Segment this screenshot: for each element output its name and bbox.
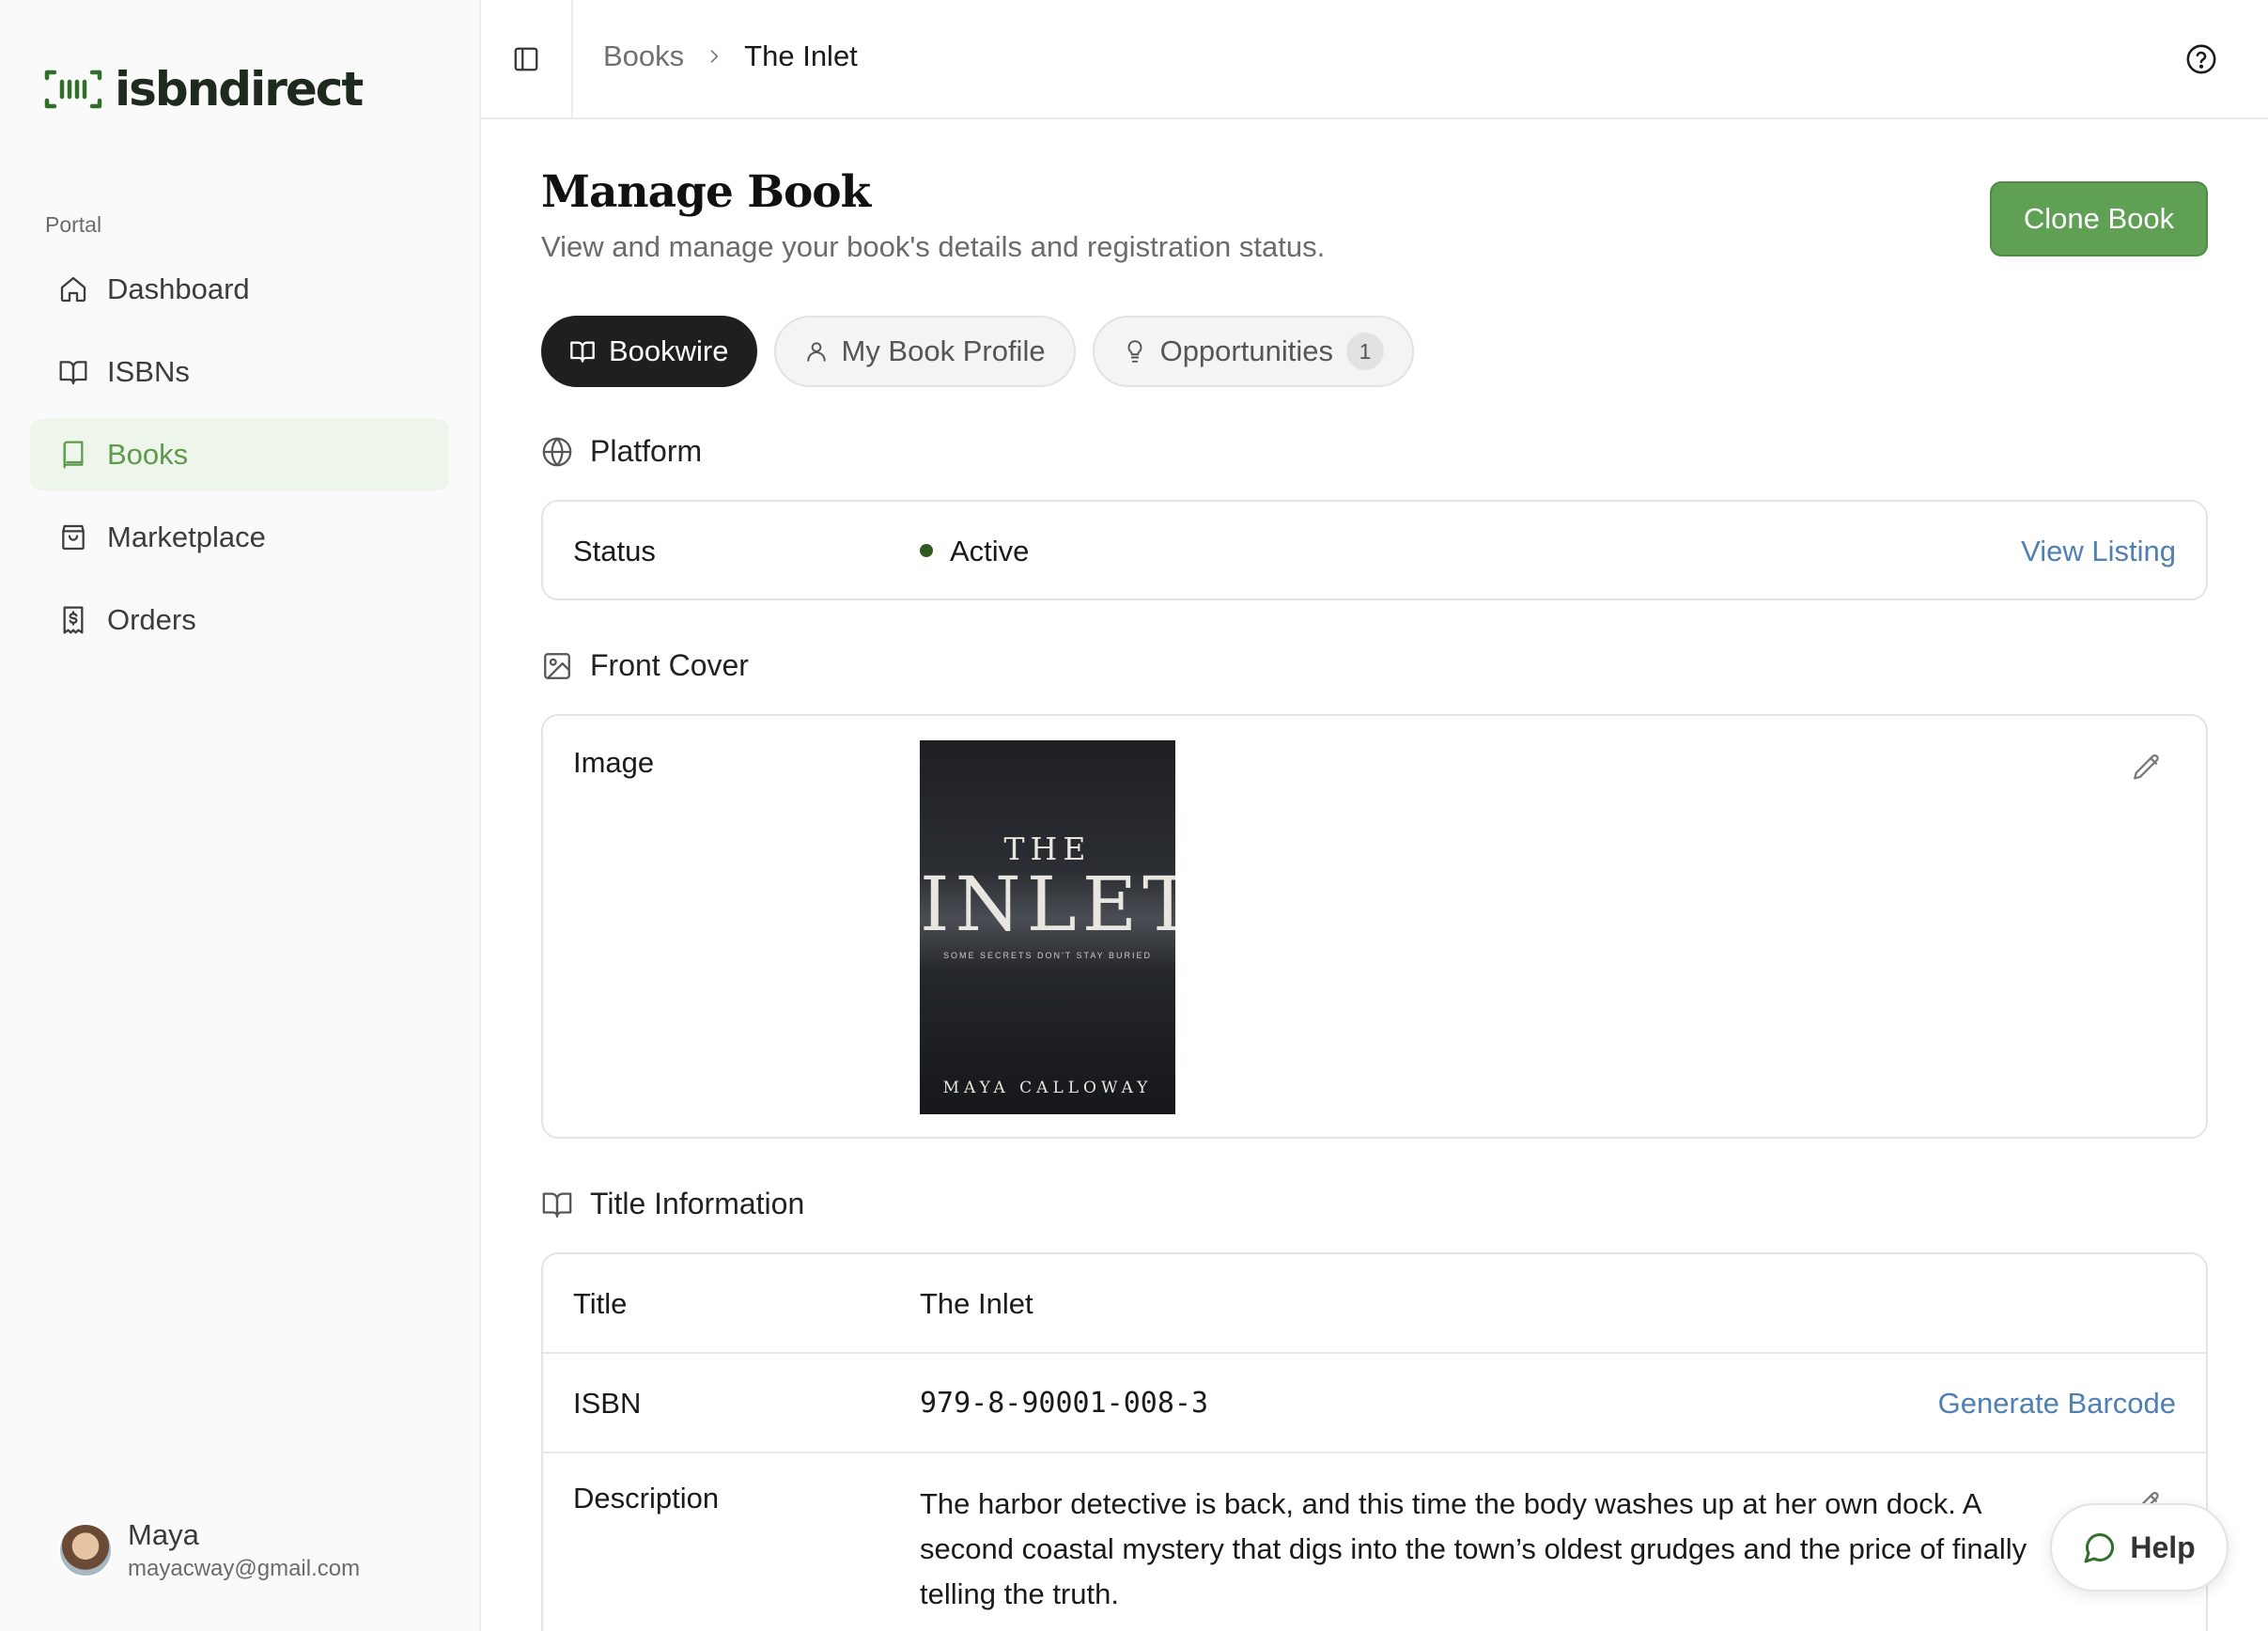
status-row: Status Active View Listing	[543, 502, 2206, 598]
tab-bookwire[interactable]: Bookwire	[541, 316, 757, 387]
title-row: Title The Inlet	[543, 1254, 2206, 1354]
user-name: Maya	[128, 1518, 199, 1551]
opportunities-count-badge: 1	[1345, 333, 1384, 370]
tab-label: My Book Profile	[841, 334, 1046, 367]
brand-logo[interactable]: isbndirect	[43, 62, 364, 116]
cover-title-text: INLET	[920, 861, 1175, 948]
sidebar-item-label: Marketplace	[107, 520, 266, 553]
front-cover-section-heading: Front Cover	[541, 648, 749, 683]
globe-icon	[542, 437, 572, 466]
image-icon	[544, 652, 570, 679]
platform-section-heading: Platform	[541, 434, 702, 469]
sidebar-item-label: Dashboard	[107, 272, 250, 305]
isbn-row: ISBN 979-8-90001-008-3 Generate Barcode	[543, 1354, 2206, 1453]
sidebar-item-dashboard[interactable]: Dashboard	[30, 254, 449, 325]
open-book-icon	[542, 1192, 572, 1218]
book-icon	[63, 441, 84, 469]
sidebar-toggle-button[interactable]	[481, 0, 573, 117]
status-value: Active	[920, 535, 1029, 568]
open-book-icon	[570, 341, 595, 363]
user-email: mayacway@gmail.com	[128, 1556, 361, 1581]
lightbulb-icon	[1127, 340, 1142, 363]
barcode-logo-icon	[44, 70, 102, 109]
tab-bar: Bookwire My Book Profile Opportunities 1	[541, 316, 1414, 387]
description-row: Description The harbor detective is back…	[543, 1453, 2206, 1631]
sidebar-item-isbns[interactable]: ISBNs	[30, 336, 449, 408]
sidebar-item-orders[interactable]: Orders	[30, 584, 449, 656]
status-label: Status	[573, 535, 656, 567]
cover-author-text: MAYA CALLOWAY	[942, 1079, 1153, 1097]
user-icon	[806, 342, 826, 362]
chevron-right-icon	[710, 50, 719, 63]
open-book-icon	[59, 361, 87, 385]
description-value: The harbor detective is back, and this t…	[920, 1487, 2027, 1610]
front-cover-card: Image THE INLET SOME SECRETS DON'T STAY …	[541, 714, 2208, 1139]
sidebar-nav: Dashboard ISBNs Books Marketplace Orders	[30, 254, 449, 667]
avatar	[58, 1523, 113, 1577]
status-text: Active	[950, 535, 1030, 567]
pencil-icon	[2134, 753, 2159, 780]
sidebar-section-label: Portal	[45, 212, 102, 237]
receipt-icon	[63, 606, 84, 634]
breadcrumb: Books The Inlet	[603, 39, 858, 73]
platform-card: Status Active View Listing	[541, 500, 2208, 600]
generate-barcode-link[interactable]: Generate Barcode	[1938, 1387, 2176, 1421]
section-title: Title Information	[590, 1187, 805, 1220]
breadcrumb-books-link[interactable]: Books	[603, 39, 684, 73]
section-title: Front Cover	[590, 648, 749, 682]
question-circle-icon	[2186, 44, 2216, 74]
tab-label: Opportunities	[1159, 334, 1333, 367]
help-label: Help	[2130, 1530, 2196, 1564]
sidebar-item-label: Orders	[107, 603, 196, 636]
status-dot	[920, 543, 933, 557]
clone-book-button[interactable]: Clone Book	[1990, 181, 2208, 256]
isbn-value: 979-8-90001-008-3	[920, 1387, 1209, 1420]
book-cover-image: THE INLET SOME SECRETS DON'T STAY BURIED…	[920, 740, 1175, 1114]
view-listing-link[interactable]: View Listing	[2021, 535, 2176, 568]
page-subtitle: View and manage your book's details and …	[541, 230, 1326, 263]
tab-opportunities[interactable]: Opportunities 1	[1092, 316, 1414, 387]
title-value: The Inlet	[920, 1287, 1033, 1320]
brand-name: isbndirect	[115, 62, 364, 116]
title-label: Title	[573, 1287, 628, 1320]
sidebar-toggle-icon	[514, 47, 538, 70]
breadcrumb-current: The Inlet	[744, 39, 858, 72]
isbn-label: ISBN	[573, 1387, 642, 1420]
description-label: Description	[573, 1482, 720, 1514]
user-profile[interactable]: Maya mayacway@gmail.com	[58, 1518, 360, 1582]
help-chat-button[interactable]: Help	[2050, 1503, 2229, 1592]
sidebar: isbndirect Portal Dashboard ISBNs Books …	[0, 0, 481, 1631]
chat-bubble-icon	[2084, 1532, 2115, 1563]
top-bar: Books The Inlet	[481, 0, 2268, 119]
sidebar-item-label: ISBNs	[107, 355, 190, 388]
title-info-section-heading: Title Information	[541, 1187, 804, 1221]
image-label: Image	[573, 746, 655, 779]
shopping-bag-icon	[62, 524, 85, 551]
title-info-card: Title The Inlet ISBN 979-8-90001-008-3 G…	[541, 1252, 2208, 1631]
tab-my-book-profile[interactable]: My Book Profile	[773, 316, 1076, 387]
edit-cover-button[interactable]	[2131, 752, 2163, 788]
cover-tagline-text: SOME SECRETS DON'T STAY BURIED	[942, 951, 1153, 960]
sidebar-item-books[interactable]: Books	[30, 419, 449, 490]
sidebar-item-marketplace[interactable]: Marketplace	[30, 502, 449, 573]
sidebar-item-label: Books	[107, 438, 189, 471]
help-circle-button[interactable]	[2185, 43, 2217, 80]
tab-label: Bookwire	[609, 334, 729, 367]
page-title: Manage Book	[541, 166, 871, 218]
home-icon	[60, 276, 86, 303]
section-title: Platform	[590, 434, 703, 468]
